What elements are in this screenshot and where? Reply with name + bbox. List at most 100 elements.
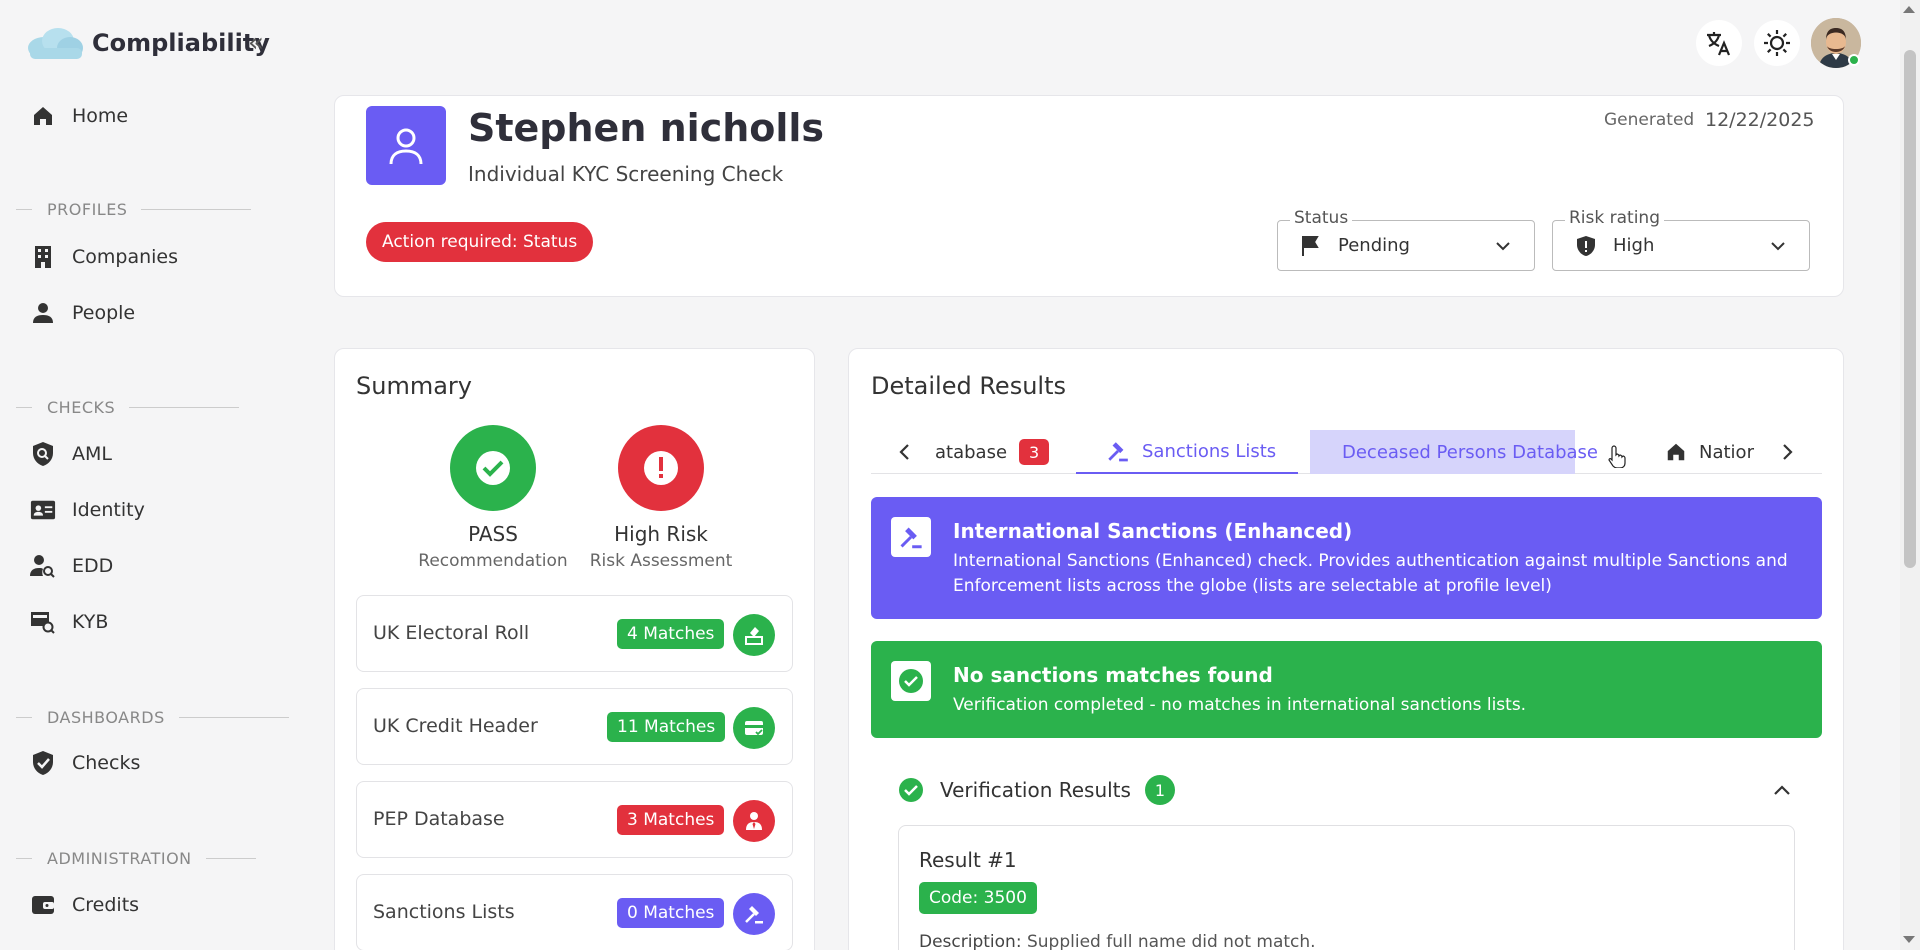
check-icon bbox=[476, 451, 510, 485]
tab-sanctions-lists[interactable]: Sanctions Lists bbox=[1076, 430, 1298, 474]
summary-row-pep-database[interactable]: PEP Database 3 Matches bbox=[356, 781, 793, 858]
status-value: Pending bbox=[1338, 235, 1410, 256]
recommendation-value: PASS bbox=[468, 522, 518, 546]
sidebar-item-aml[interactable]: AML bbox=[30, 434, 112, 474]
business-search-icon bbox=[30, 609, 56, 635]
sidebar-item-label: Companies bbox=[72, 246, 179, 268]
sidebar-item-label: AML bbox=[72, 443, 112, 465]
sidebar-item-checks[interactable]: Checks bbox=[30, 743, 140, 783]
alert-icon bbox=[644, 451, 678, 485]
sidebar-item-credits[interactable]: Credits bbox=[30, 885, 139, 925]
status-label: Status bbox=[1290, 208, 1353, 228]
wallet-icon bbox=[30, 892, 56, 918]
sidebar-item-home[interactable]: Home bbox=[30, 96, 128, 136]
app-title: Compliability bbox=[92, 29, 270, 57]
tabs-scroll-right-button[interactable] bbox=[1772, 430, 1802, 474]
profile-avatar bbox=[366, 106, 446, 185]
recommendation-label: Recommendation bbox=[418, 551, 568, 571]
section-checks: CHECKS bbox=[16, 398, 240, 417]
row-label: PEP Database bbox=[373, 808, 505, 830]
sidebar-item-edd[interactable]: EDD bbox=[30, 546, 113, 586]
tab-national[interactable]: Natior bbox=[1665, 430, 1754, 474]
status-select[interactable]: Status Pending bbox=[1277, 208, 1535, 271]
person-search-icon bbox=[30, 553, 56, 579]
row-label: Sanctions Lists bbox=[373, 901, 515, 923]
summary-row-credit-header[interactable]: UK Credit Header 11 Matches bbox=[356, 688, 793, 765]
chevron-left-icon bbox=[899, 444, 909, 460]
result-description: Description: Supplied full name did not … bbox=[919, 932, 1316, 950]
verification-results-header[interactable]: Verification Results 1 bbox=[898, 775, 1175, 805]
person-outline-icon bbox=[389, 128, 423, 164]
app-logo[interactable]: Compliability bbox=[24, 26, 270, 60]
person-tie-icon[interactable] bbox=[733, 800, 775, 842]
tab-count-badge: 3 bbox=[1019, 439, 1050, 465]
result-code-badge: Code: 3500 bbox=[919, 882, 1037, 914]
sidebar-item-companies[interactable]: Companies bbox=[30, 237, 178, 277]
success-banner-text: Verification completed - no matches in i… bbox=[953, 695, 1527, 715]
summary-row-sanctions-lists[interactable]: Sanctions Lists 0 Matches bbox=[356, 874, 793, 950]
risk-rating-select[interactable]: Risk rating High bbox=[1552, 208, 1810, 271]
cloud-logo-icon bbox=[28, 28, 83, 59]
sidebar-item-label: People bbox=[72, 302, 136, 324]
scrollbar-thumb[interactable] bbox=[1904, 50, 1916, 568]
action-required-badge[interactable]: Action required: Status bbox=[366, 222, 594, 262]
gavel-icon bbox=[891, 517, 931, 557]
matches-badge: 3 Matches bbox=[617, 805, 725, 835]
tabs-scroll-left-button[interactable] bbox=[890, 430, 920, 474]
sidebar-item-identity[interactable]: Identity bbox=[30, 490, 145, 530]
chevron-down-icon bbox=[1496, 242, 1510, 251]
result-card: Result #1 Code: 3500 Description: Suppli… bbox=[898, 825, 1795, 950]
matches-badge: 11 Matches bbox=[607, 712, 726, 742]
risk-assessment-label: Risk Assessment bbox=[589, 551, 733, 571]
translate-button[interactable] bbox=[1696, 20, 1742, 66]
home-icon bbox=[1667, 443, 1685, 461]
theme-toggle-button[interactable] bbox=[1754, 20, 1800, 66]
section-profiles: PROFILES bbox=[16, 200, 252, 219]
success-banner-title: No sanctions matches found bbox=[953, 663, 1273, 687]
row-label: UK Credit Header bbox=[373, 715, 538, 737]
chevron-down-icon bbox=[1771, 242, 1785, 251]
chevron-up-icon[interactable] bbox=[1772, 782, 1792, 798]
sidebar-item-label: Credits bbox=[72, 894, 140, 916]
risk-assessment-circle bbox=[618, 425, 704, 511]
scroll-down-arrow-icon[interactable] bbox=[1903, 936, 1915, 943]
chevron-right-icon bbox=[1783, 444, 1793, 460]
scroll-up-arrow-icon[interactable] bbox=[1903, 6, 1915, 13]
verification-results-title: Verification Results bbox=[940, 778, 1131, 802]
ballot-box-icon[interactable] bbox=[733, 614, 775, 656]
id-card-icon bbox=[30, 497, 56, 523]
detailed-results-title: Detailed Results bbox=[871, 372, 1066, 400]
summary-title: Summary bbox=[356, 372, 472, 400]
tabs-scroller: atabase 3 Sanctions Lists Deceased Perso… bbox=[935, 430, 1755, 474]
home-icon bbox=[30, 103, 56, 129]
collapse-sidebar-icon[interactable]: « bbox=[248, 28, 264, 58]
translate-icon bbox=[1707, 32, 1731, 56]
sidebar-item-kyb[interactable]: KYB bbox=[30, 602, 108, 642]
shield-search-icon bbox=[30, 441, 56, 467]
tab-deceased-persons-database[interactable]: Deceased Persons Database bbox=[1310, 430, 1598, 474]
sidebar-item-label: EDD bbox=[72, 555, 114, 577]
gavel-icon[interactable] bbox=[733, 893, 775, 935]
online-status-indicator bbox=[1848, 54, 1860, 66]
info-banner: International Sanctions (Enhanced) Inter… bbox=[871, 497, 1822, 619]
info-banner-title: International Sanctions (Enhanced) bbox=[953, 519, 1353, 543]
sidebar-item-label: Home bbox=[72, 105, 129, 127]
verification-results-count: 1 bbox=[1144, 775, 1175, 805]
flag-icon bbox=[1302, 236, 1319, 256]
section-dashboards: DASHBOARDS bbox=[16, 708, 289, 727]
summary-row-electoral-roll[interactable]: UK Electoral Roll 4 Matches bbox=[356, 595, 793, 672]
credit-card-icon[interactable] bbox=[733, 707, 775, 749]
hand-cursor-icon bbox=[1608, 445, 1626, 468]
sidebar-item-label: Checks bbox=[72, 752, 141, 774]
sidebar-item-people[interactable]: People bbox=[30, 293, 135, 333]
gavel-icon bbox=[1108, 442, 1128, 462]
matches-badge: 4 Matches bbox=[617, 619, 725, 649]
risk-rating-value: High bbox=[1613, 235, 1655, 256]
profile-subtitle: Individual KYC Screening Check bbox=[468, 162, 784, 186]
row-label: UK Electoral Roll bbox=[373, 622, 530, 644]
sidebar: Compliability « Home PROFILES Companies … bbox=[0, 0, 289, 950]
tab-pep-database[interactable]: atabase 3 bbox=[935, 430, 1050, 474]
result-title: Result #1 bbox=[919, 848, 1017, 872]
shield-check-icon bbox=[30, 750, 56, 776]
section-administration: ADMINISTRATION bbox=[16, 849, 256, 868]
